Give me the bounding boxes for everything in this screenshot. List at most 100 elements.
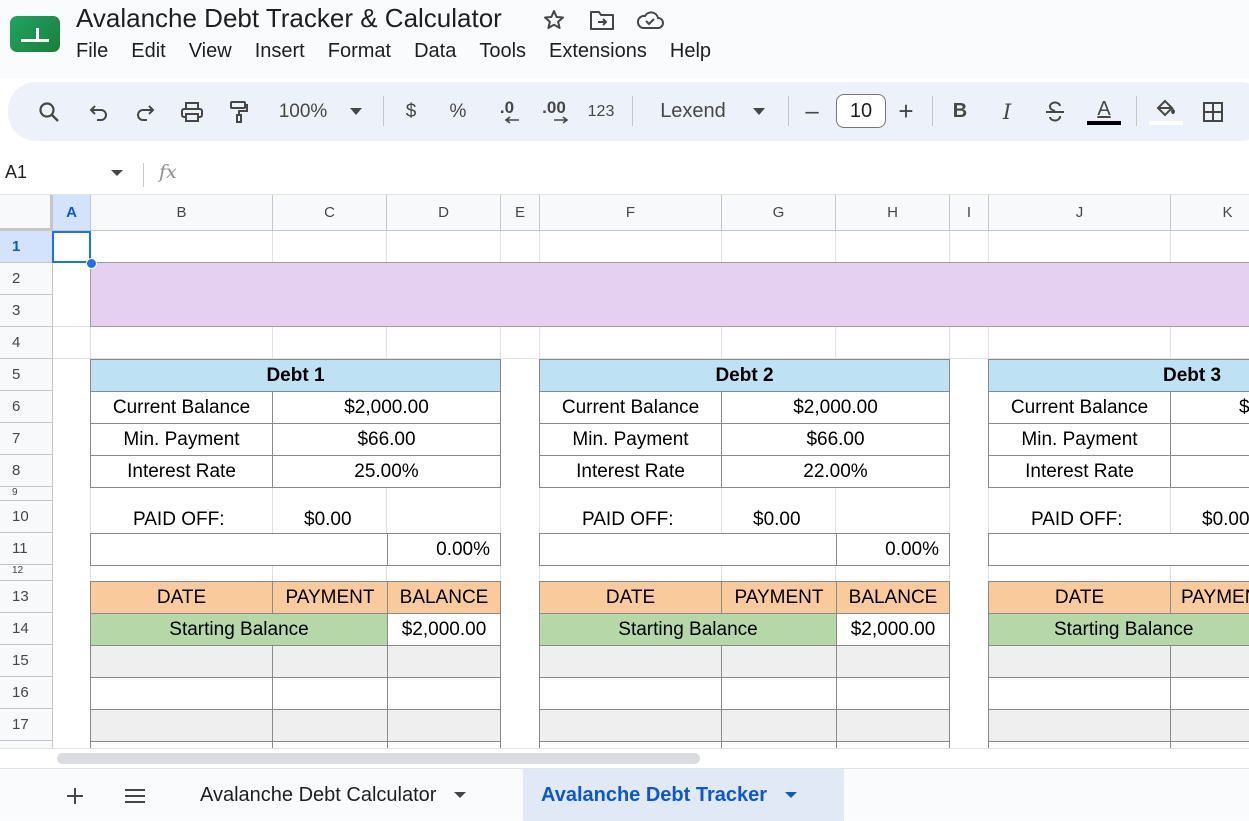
column-header-h[interactable]: H — [836, 195, 950, 231]
debt-1-col-payment[interactable]: PAYMENT — [272, 581, 388, 614]
table-cell[interactable] — [721, 709, 837, 742]
column-header-e[interactable]: E — [501, 195, 540, 231]
spreadsheet-grid[interactable]: A B C D E F G H I J K 1 2 3 4 5 6 7 8 9 … — [0, 195, 1249, 748]
debt-1-progress-bar[interactable] — [90, 533, 388, 566]
sheet-tab-calculator[interactable]: Avalanche Debt Calculator — [180, 769, 486, 821]
debt-3-col-payment[interactable]: PAYMENT — [1170, 581, 1249, 614]
debt-2-col-payment[interactable]: PAYMENT — [721, 581, 837, 614]
fill-color-icon[interactable] — [1148, 82, 1184, 141]
decrease-font-size-button[interactable]: – — [800, 82, 824, 141]
debt-1-starting-label[interactable]: Starting Balance — [90, 613, 388, 646]
text-color-button[interactable]: A — [1086, 82, 1122, 141]
sheet-tab-tracker[interactable]: Avalanche Debt Tracker — [523, 769, 844, 821]
all-sheets-icon[interactable] — [120, 781, 150, 811]
row-header-3[interactable]: 3 — [0, 295, 53, 327]
debt-2-col-date[interactable]: DATE — [539, 581, 722, 614]
italic-button[interactable]: I — [995, 82, 1019, 141]
fill-handle[interactable] — [86, 258, 97, 269]
table-cell[interactable] — [272, 677, 388, 710]
table-cell[interactable] — [988, 677, 1171, 710]
debt-1-rate-value[interactable]: 25.00% — [272, 455, 501, 488]
table-cell[interactable] — [272, 741, 388, 748]
debt-2-min-value[interactable]: $66.00 — [721, 423, 950, 456]
zoom-dropdown-icon[interactable] — [345, 82, 367, 141]
debt-3-balance-label[interactable]: Current Balance — [988, 391, 1171, 424]
debt-1-progress-percent[interactable]: 0.00% — [387, 533, 501, 566]
table-cell[interactable] — [1170, 741, 1249, 748]
debt-1-balance-value[interactable]: $2,000.00 — [272, 391, 501, 424]
move-folder-icon[interactable] — [588, 6, 616, 34]
debt-3-rate-value[interactable] — [1170, 455, 1249, 488]
table-cell[interactable] — [539, 741, 722, 748]
table-cell[interactable] — [90, 645, 273, 678]
table-cell[interactable] — [272, 709, 388, 742]
font-size-input[interactable]: 10 — [836, 94, 886, 128]
percent-format-button[interactable]: % — [447, 82, 469, 141]
scrollbar-thumb[interactable] — [57, 753, 700, 764]
document-title[interactable]: Avalanche Debt Tracker & Calculator — [76, 3, 502, 34]
debt-1-title[interactable]: Debt 1 — [90, 359, 501, 392]
table-cell[interactable] — [988, 645, 1171, 678]
column-header-a[interactable]: A — [53, 195, 91, 231]
table-cell[interactable] — [1170, 645, 1249, 678]
column-header-k[interactable]: K — [1171, 195, 1249, 231]
chevron-down-icon[interactable] — [785, 792, 798, 798]
debt-1-col-balance[interactable]: BALANCE — [387, 581, 501, 614]
row-header-7[interactable]: 7 — [0, 423, 53, 455]
column-header-g[interactable]: G — [722, 195, 836, 231]
selected-cell-a1[interactable] — [52, 231, 91, 263]
row-header-17[interactable]: 17 — [0, 709, 53, 741]
currency-format-button[interactable]: $ — [400, 82, 422, 141]
table-cell[interactable] — [836, 677, 950, 710]
debt-1-rate-label[interactable]: Interest Rate — [90, 455, 273, 488]
debt-2-rate-label[interactable]: Interest Rate — [539, 455, 722, 488]
column-header-b[interactable]: B — [91, 195, 273, 231]
row-header-14[interactable]: 14 — [0, 613, 53, 645]
column-header-c[interactable]: C — [273, 195, 387, 231]
title-banner[interactable] — [90, 262, 1249, 327]
row-header-8[interactable]: 8 — [0, 455, 53, 487]
table-cell[interactable] — [721, 677, 837, 710]
name-box[interactable]: A1 — [5, 162, 27, 183]
table-cell[interactable] — [387, 677, 501, 710]
star-icon[interactable] — [540, 6, 568, 34]
menu-insert[interactable]: Insert — [255, 38, 317, 65]
table-cell[interactable] — [539, 677, 722, 710]
menu-view[interactable]: View — [189, 38, 244, 65]
debt-3-title[interactable]: Debt 3 — [988, 359, 1249, 392]
debt-2-balance-value[interactable]: $2,000.00 — [721, 391, 950, 424]
menu-help[interactable]: Help — [670, 38, 723, 65]
name-box-dropdown-icon[interactable] — [111, 170, 123, 176]
debt-1-min-label[interactable]: Min. Payment — [90, 423, 273, 456]
font-dropdown-icon[interactable] — [748, 82, 770, 141]
debt-2-progress-percent[interactable]: 0.00% — [836, 533, 950, 566]
table-cell[interactable] — [90, 741, 273, 748]
search-menus-icon[interactable] — [34, 82, 64, 141]
table-cell[interactable] — [988, 709, 1171, 742]
row-header-1[interactable]: 1 — [0, 231, 53, 263]
row-header-13[interactable]: 13 — [0, 581, 53, 613]
table-cell[interactable] — [836, 709, 950, 742]
print-icon[interactable] — [178, 82, 206, 141]
horizontal-scrollbar[interactable] — [0, 748, 1249, 768]
decrease-decimal-button[interactable]: .0 — [492, 82, 522, 141]
add-sheet-icon[interactable] — [60, 781, 90, 811]
row-header-11[interactable]: 11 — [0, 533, 53, 565]
debt-3-rate-label[interactable]: Interest Rate — [988, 455, 1171, 488]
row-header-15[interactable]: 15 — [0, 645, 53, 677]
debt-1-min-value[interactable]: $66.00 — [272, 423, 501, 456]
debt-1-balance-label[interactable]: Current Balance — [90, 391, 273, 424]
bold-button[interactable]: B — [948, 82, 972, 141]
row-header-9[interactable]: 9 — [0, 487, 53, 501]
debt-2-col-balance[interactable]: BALANCE — [836, 581, 950, 614]
table-cell[interactable] — [387, 741, 501, 748]
menu-tools[interactable]: Tools — [479, 38, 538, 65]
chevron-down-icon[interactable] — [454, 792, 467, 798]
table-cell[interactable] — [721, 645, 837, 678]
table-cell[interactable] — [539, 709, 722, 742]
table-cell[interactable] — [1170, 677, 1249, 710]
undo-icon[interactable] — [86, 82, 112, 141]
row-header-10[interactable]: 10 — [0, 501, 53, 533]
menu-format[interactable]: Format — [328, 38, 403, 65]
menu-file[interactable]: File — [76, 38, 120, 65]
